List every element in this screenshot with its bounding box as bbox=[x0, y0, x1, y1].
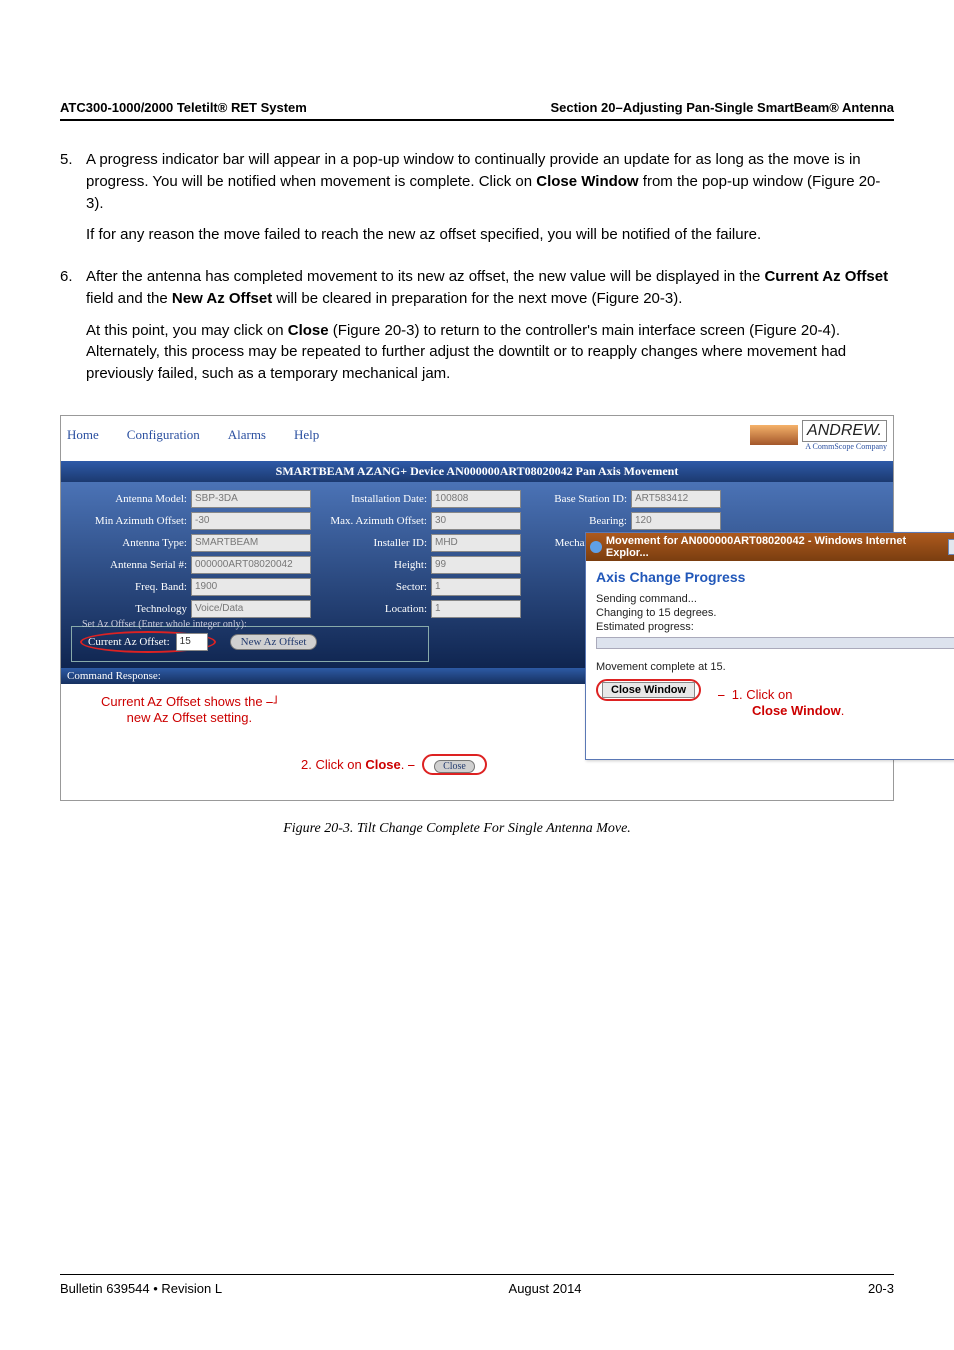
label-antenna-serial: Antenna Serial #: bbox=[71, 559, 191, 571]
header-right: Section 20–Adjusting Pan-Single SmartBea… bbox=[550, 100, 894, 115]
label-max-az: Max. Azimuth Offset: bbox=[311, 515, 431, 527]
brand-sunset-icon bbox=[750, 425, 798, 445]
callout-hook-icon: ⎯⎦ bbox=[266, 694, 278, 709]
label-install-date: Installation Date: bbox=[311, 493, 431, 505]
label-installer-id: Installer ID: bbox=[311, 537, 431, 549]
menubar: Home Configuration Alarms Help ANDREW. A… bbox=[61, 416, 893, 461]
close-button[interactable]: Close bbox=[434, 760, 475, 773]
item5-para2: If for any reason the move failed to rea… bbox=[86, 224, 894, 246]
menu-home[interactable]: Home bbox=[67, 427, 99, 443]
label-freq-band: Freq. Band: bbox=[71, 581, 191, 593]
label-antenna-type: Antenna Type: bbox=[71, 537, 191, 549]
popup-favicon-icon bbox=[590, 541, 602, 553]
new-az-offset-button[interactable]: New Az Offset bbox=[230, 634, 318, 650]
popup-annotation: ⎯ 1. Click on Close Window. bbox=[718, 687, 844, 718]
list-number-6: 6. bbox=[60, 266, 86, 395]
label-height: Height: bbox=[311, 559, 431, 571]
popup-heading: Axis Change Progress bbox=[596, 569, 954, 585]
menu-help[interactable]: Help bbox=[294, 427, 319, 443]
popup-title-text: Movement for AN000000ART08020042 - Windo… bbox=[606, 535, 948, 559]
label-bearing: Bearing: bbox=[521, 515, 631, 527]
popup-line3: Estimated progress: bbox=[596, 621, 954, 633]
progress-popup-window: Movement for AN000000ART08020042 - Windo… bbox=[585, 532, 954, 760]
value-sector: 1 bbox=[431, 578, 521, 596]
minimize-icon[interactable]: _ bbox=[948, 539, 954, 555]
annotation-click-close: 2. Click on Close. ⎯ Close bbox=[301, 754, 487, 775]
value-max-az: 30 bbox=[431, 512, 521, 530]
annotation-current-az: Current Az Offset shows the ⎯⎦ new Az Of… bbox=[101, 694, 278, 725]
footer-left: Bulletin 639544 • Revision L bbox=[60, 1281, 222, 1296]
close-button-circle: Close bbox=[422, 754, 487, 775]
footer-right: 20-3 bbox=[868, 1281, 894, 1296]
label-location: Location: bbox=[311, 603, 431, 615]
list-number-5: 5. bbox=[60, 149, 86, 256]
current-az-label: Current Az Offset: bbox=[88, 636, 170, 648]
set-az-offset-group: Set Az Offset (Enter whole integer only)… bbox=[71, 626, 429, 662]
label-sector: Sector: bbox=[311, 581, 431, 593]
label-base-station: Base Station ID: bbox=[521, 493, 631, 505]
value-antenna-serial: 000000ART08020042 bbox=[191, 556, 311, 574]
popup-line4: Movement complete at 15. bbox=[596, 661, 954, 673]
popup-titlebar[interactable]: Movement for AN000000ART08020042 - Windo… bbox=[586, 533, 954, 561]
brand-name: ANDREW. bbox=[802, 420, 887, 442]
page-footer: Bulletin 639544 • Revision L August 2014… bbox=[60, 1274, 894, 1296]
value-base-station: ART583412 bbox=[631, 490, 721, 508]
section-title-bar: SMARTBEAM AZANG+ Device AN000000ART08020… bbox=[61, 461, 893, 482]
popup-line2: Changing to 15 degrees. bbox=[596, 607, 954, 619]
current-az-circle: Current Az Offset: 15 bbox=[80, 631, 216, 653]
current-az-value[interactable]: 15 bbox=[176, 633, 208, 651]
value-location: 1 bbox=[431, 600, 521, 618]
value-install-date: 100808 bbox=[431, 490, 521, 508]
brand-subtitle: A CommScope Company bbox=[805, 442, 887, 451]
item5-para1: A progress indicator bar will appear in … bbox=[86, 149, 894, 214]
label-technology: Technology bbox=[71, 603, 191, 615]
progress-bar bbox=[596, 637, 954, 649]
value-technology: Voice/Data bbox=[191, 600, 311, 618]
menu-config[interactable]: Configuration bbox=[127, 427, 200, 443]
header-left: ATC300-1000/2000 Teletilt® RET System bbox=[60, 100, 307, 115]
popup-line1: Sending command... bbox=[596, 593, 954, 605]
value-height: 99 bbox=[431, 556, 521, 574]
close-window-circle: Close Window bbox=[596, 679, 701, 701]
value-installer-id: MHD bbox=[431, 534, 521, 552]
figure-caption: Figure 20-3. Tilt Change Complete For Si… bbox=[20, 821, 894, 837]
brand-logo-area: ANDREW. A CommScope Company bbox=[750, 420, 887, 451]
item6-para2: At this point, you may click on Close (F… bbox=[86, 320, 894, 385]
label-min-az: Min Azimuth Offset: bbox=[71, 515, 191, 527]
value-antenna-model: SBP-3DA bbox=[191, 490, 311, 508]
value-bearing: 120 bbox=[631, 512, 721, 530]
value-min-az: -30 bbox=[191, 512, 311, 530]
callout-line-icon: ⎯ bbox=[718, 687, 728, 702]
screenshot-figure: Home Configuration Alarms Help ANDREW. A… bbox=[60, 415, 894, 801]
value-freq-band: 1900 bbox=[191, 578, 311, 596]
callout-arrow-icon: ⎯ bbox=[408, 757, 415, 772]
set-az-legend: Set Az Offset (Enter whole integer only)… bbox=[80, 619, 249, 630]
item6-para1: After the antenna has completed movement… bbox=[86, 266, 894, 310]
page-header: ATC300-1000/2000 Teletilt® RET System Se… bbox=[60, 100, 894, 121]
close-window-button[interactable]: Close Window bbox=[602, 682, 695, 698]
menu-alarms[interactable]: Alarms bbox=[228, 427, 266, 443]
label-antenna-model: Antenna Model: bbox=[71, 493, 191, 505]
value-antenna-type: SMARTBEAM bbox=[191, 534, 311, 552]
footer-center: August 2014 bbox=[509, 1281, 582, 1296]
